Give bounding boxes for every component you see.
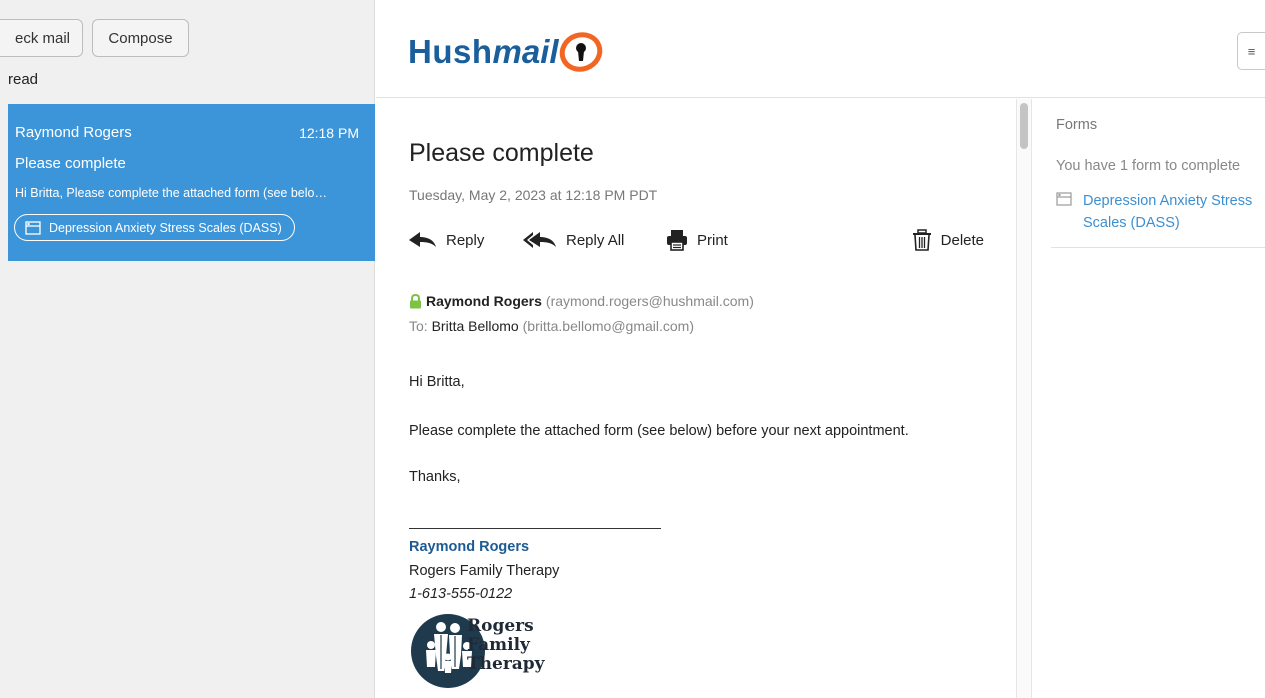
compose-button[interactable]: Compose <box>92 19 189 57</box>
reply-all-icon <box>523 232 556 248</box>
logo-text-mail: mail <box>492 33 559 70</box>
form-link[interactable]: Depression Anxiety Stress Scales (DASS) <box>1056 190 1265 234</box>
signature-phone: 1-613-555-0122 <box>409 586 513 602</box>
message-list-pane: eck mail Compose read Raymond Rogers 12:… <box>0 0 375 698</box>
logo-wordmark: Rogers Family Therapy <box>467 617 545 674</box>
reply-icon <box>409 232 436 247</box>
body-greeting: Hi Britta, <box>409 374 465 390</box>
logo-word-rogers: Rogers <box>467 616 534 636</box>
keyhole-icon <box>559 32 602 72</box>
body-paragraph: Please complete the attached form (see b… <box>409 423 909 439</box>
message-preview: Hi Britta, Please complete the attached … <box>15 186 327 200</box>
logo-word-therapy: Therapy <box>467 654 545 674</box>
reply-button[interactable]: Reply <box>409 227 484 253</box>
lock-icon <box>410 293 421 308</box>
sender-email: (raymond.rogers@hushmail.com) <box>545 293 754 309</box>
form-attachment-chip[interactable]: Depression Anxiety Stress Scales (DASS) <box>14 214 295 241</box>
message-view: Please complete Tuesday, May 2, 2023 at … <box>376 99 1016 698</box>
message-view-subject: Please complete <box>409 139 594 167</box>
message-time: 12:18 PM <box>299 125 359 141</box>
delete-button[interactable]: Delete <box>912 227 984 253</box>
compose-label: Compose <box>108 29 173 47</box>
hamburger-icon: ≡ <box>1247 43 1256 59</box>
sender-name: Raymond Rogers <box>426 293 542 309</box>
recipient-name: Britta Bellomo <box>431 318 519 334</box>
forms-count-text: You have 1 form to complete <box>1056 158 1241 174</box>
recipient-line: To: Britta Bellomo (britta.bellomo@gmail… <box>409 318 694 334</box>
message-scrollbar[interactable] <box>1016 99 1032 698</box>
check-mail-label: eck mail <box>14 29 70 47</box>
form-link-label: Depression Anxiety Stress Scales (DASS) <box>1083 193 1253 231</box>
trash-icon <box>912 229 931 251</box>
menu-button[interactable]: ≡ <box>1237 32 1265 70</box>
message-from: Raymond Rogers <box>15 124 132 141</box>
delete-label: Delete <box>940 231 984 249</box>
form-icon <box>25 220 41 235</box>
signature-divider <box>409 528 661 529</box>
recipient-email: (britta.bellomo@gmail.com) <box>522 318 694 334</box>
form-icon <box>1056 192 1072 206</box>
scrollbar-thumb[interactable] <box>1020 103 1028 149</box>
print-button[interactable]: Print <box>666 227 728 253</box>
printer-icon <box>667 230 687 251</box>
print-label: Print <box>697 231 728 249</box>
reply-all-label: Reply All <box>566 231 625 249</box>
signature-name: Raymond Rogers <box>409 539 530 555</box>
forms-divider <box>1051 247 1265 248</box>
form-attachment-label: Depression Anxiety Stress Scales (DASS) <box>49 220 282 235</box>
message-list-item[interactable]: Raymond Rogers 12:18 PM Please complete … <box>8 104 375 261</box>
message-date: Tuesday, May 2, 2023 at 12:18 PM PDT <box>409 187 658 203</box>
forms-panel: Forms You have 1 form to complete Depres… <box>1033 99 1265 698</box>
reply-all-button[interactable]: Reply All <box>523 227 624 253</box>
filter-label: read <box>8 71 39 88</box>
signature-org: Rogers Family Therapy <box>409 563 560 579</box>
to-label: To: <box>409 318 428 334</box>
unread-filter[interactable]: read <box>0 71 60 88</box>
logo-word-family: Family <box>467 635 530 655</box>
logo-text-hush: Hush <box>408 33 493 70</box>
check-mail-button[interactable]: eck mail <box>0 19 83 57</box>
hushmail-logo: Hush mail <box>408 28 607 76</box>
body-closing: Thanks, <box>409 469 461 485</box>
sender-line: Raymond Rogers (raymond.rogers@hushmail.… <box>409 293 754 309</box>
forms-panel-title: Forms <box>1056 117 1098 133</box>
message-actions-toolbar: Reply Reply All Print Delete <box>409 227 984 257</box>
app-header: Hush mail ≡ <box>376 0 1265 98</box>
message-subject: Please complete <box>15 155 126 172</box>
reply-label: Reply <box>446 231 485 249</box>
